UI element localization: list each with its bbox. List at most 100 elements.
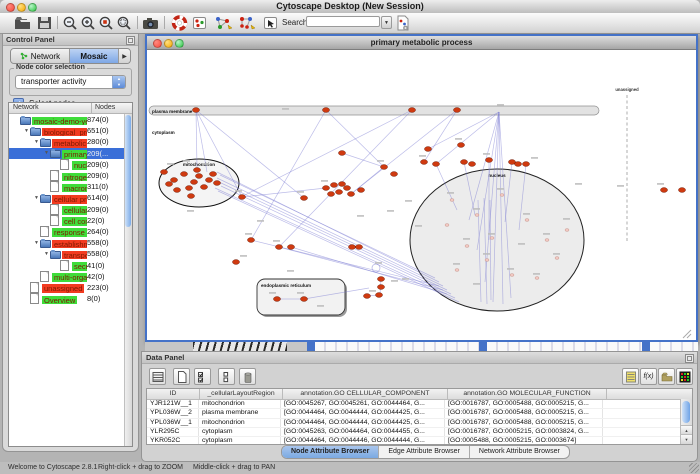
node[interactable] xyxy=(378,277,385,282)
unselect-all-attributes-icon[interactable] xyxy=(218,368,235,385)
attribute-matrix-icon[interactable] xyxy=(676,368,693,385)
close-view-icon[interactable] xyxy=(153,39,162,48)
node[interactable] xyxy=(196,174,203,179)
node[interactable] xyxy=(274,297,281,302)
window-resize-grip[interactable] xyxy=(689,463,699,473)
tree-row[interactable]: nitrogen compo209(0) xyxy=(9,170,125,181)
tree-scrollbar-thumb[interactable] xyxy=(125,115,131,227)
node[interactable] xyxy=(344,186,351,191)
tab-network-attribute-browser[interactable]: Network Attribute Browser xyxy=(470,446,569,458)
node[interactable] xyxy=(186,186,193,191)
table-row[interactable]: YPL036W__2plasma membrane[GO:0044464, GO… xyxy=(147,409,692,418)
zoom-view-icon[interactable] xyxy=(175,39,184,48)
node[interactable] xyxy=(515,162,522,167)
tab-mosaic[interactable]: Mosaic xyxy=(70,49,118,63)
delete-attribute-trash-icon[interactable] xyxy=(239,368,256,385)
save-session-icon[interactable] xyxy=(36,15,53,31)
node[interactable] xyxy=(679,188,686,193)
attribute-editor-icon[interactable] xyxy=(622,368,639,385)
node[interactable] xyxy=(364,294,371,299)
node-color-dropdown[interactable]: transporter activity ▲▼ xyxy=(15,75,126,89)
network-canvas[interactable]: plasma membrane cytoplasm mitochondrion … xyxy=(147,50,696,340)
help-lifesaver-icon[interactable] xyxy=(171,15,188,31)
node[interactable] xyxy=(454,108,461,113)
node[interactable] xyxy=(461,160,468,165)
scroll-down-icon[interactable]: ▼ xyxy=(681,434,692,444)
node[interactable] xyxy=(376,293,383,298)
node[interactable] xyxy=(301,196,308,201)
disclosure-triangle-icon[interactable]: ▼ xyxy=(29,195,39,201)
node[interactable] xyxy=(409,108,416,113)
node[interactable] xyxy=(339,182,346,187)
float-panel-icon[interactable] xyxy=(126,36,135,45)
node[interactable] xyxy=(391,172,398,177)
node[interactable] xyxy=(421,160,428,165)
node[interactable] xyxy=(214,181,221,186)
background-window[interactable] xyxy=(193,342,287,351)
canvas-resize-grip-icon[interactable] xyxy=(683,330,691,338)
tree-row[interactable]: mosaic-demo-yeast874(0) xyxy=(9,114,125,125)
search-input[interactable] xyxy=(306,16,380,27)
node[interactable] xyxy=(433,162,440,167)
node[interactable] xyxy=(166,182,173,187)
background-window[interactable] xyxy=(487,342,642,351)
import-attributes-folder-icon[interactable] xyxy=(658,368,675,385)
column-header[interactable]: ID xyxy=(147,389,200,399)
node[interactable] xyxy=(358,188,365,193)
import-network-icon[interactable] xyxy=(394,15,411,31)
node[interactable] xyxy=(171,178,178,183)
node[interactable] xyxy=(288,245,295,250)
node[interactable] xyxy=(301,297,308,302)
node[interactable] xyxy=(336,190,343,195)
table-row[interactable]: YKR052Ccytoplasm[GO:0044464, GO:0044446,… xyxy=(147,437,692,445)
small-node[interactable] xyxy=(490,237,494,240)
small-node[interactable] xyxy=(510,274,514,277)
small-node[interactable] xyxy=(450,199,454,202)
search-dropdown-arrow-icon[interactable]: ▼ xyxy=(381,16,392,29)
zoom-selected-icon[interactable] xyxy=(98,15,115,31)
node[interactable] xyxy=(210,172,217,177)
column-header[interactable]: annotation.GO MOLECULAR_FUNCTION xyxy=(448,389,607,399)
node[interactable] xyxy=(425,147,432,152)
background-window-edge[interactable] xyxy=(642,342,650,351)
zoom-out-icon[interactable] xyxy=(62,15,79,31)
tree-row[interactable]: ▼cellular process614(0) xyxy=(9,192,125,203)
node[interactable] xyxy=(233,260,240,265)
tree-row[interactable]: ▼transport558(0) xyxy=(9,248,125,259)
zoom-in-icon[interactable] xyxy=(80,15,97,31)
node[interactable] xyxy=(331,183,338,188)
new-attribute-icon[interactable] xyxy=(173,368,190,385)
tree-row[interactable]: cellular metabo209(0) xyxy=(9,204,125,215)
background-window[interactable] xyxy=(650,342,698,351)
dropdown-stepper-icon[interactable]: ▲▼ xyxy=(112,76,125,88)
small-node[interactable] xyxy=(445,224,449,227)
tree-column-nodes[interactable]: Nodes xyxy=(92,103,132,113)
small-node[interactable] xyxy=(500,194,504,197)
node[interactable] xyxy=(206,178,213,183)
node[interactable] xyxy=(174,188,181,193)
disclosure-triangle-icon[interactable]: ▼ xyxy=(19,128,29,134)
node[interactable] xyxy=(191,180,198,185)
open-file-icon[interactable] xyxy=(14,15,31,31)
tree-row[interactable]: unassigned223(0) xyxy=(9,282,125,293)
node[interactable] xyxy=(276,245,283,250)
node[interactable] xyxy=(348,192,355,197)
node[interactable] xyxy=(328,192,335,197)
small-node[interactable] xyxy=(465,245,469,248)
column-header[interactable]: annotation.GO CELLULAR_COMPONENT xyxy=(283,389,448,399)
tree-row[interactable]: ▼metabolic process280(0) xyxy=(9,136,125,147)
tree-row[interactable]: nucleobase-209(0) xyxy=(9,159,125,170)
zoom-fit-icon[interactable] xyxy=(116,15,133,31)
function-builder-icon[interactable]: f(x) xyxy=(640,368,657,385)
small-node[interactable] xyxy=(475,214,479,217)
layout-network-1-icon[interactable] xyxy=(213,15,234,31)
node[interactable] xyxy=(193,108,200,113)
node[interactable] xyxy=(469,162,476,167)
tree-row[interactable]: cell communicat22(0) xyxy=(9,215,125,226)
small-node[interactable] xyxy=(485,259,489,262)
node-selection-mode-icon[interactable] xyxy=(191,15,208,31)
background-window-edge[interactable] xyxy=(307,342,315,351)
node[interactable] xyxy=(161,170,168,175)
table-scrollbar[interactable]: ▲ ▼ xyxy=(680,399,692,444)
background-window[interactable] xyxy=(315,342,479,351)
